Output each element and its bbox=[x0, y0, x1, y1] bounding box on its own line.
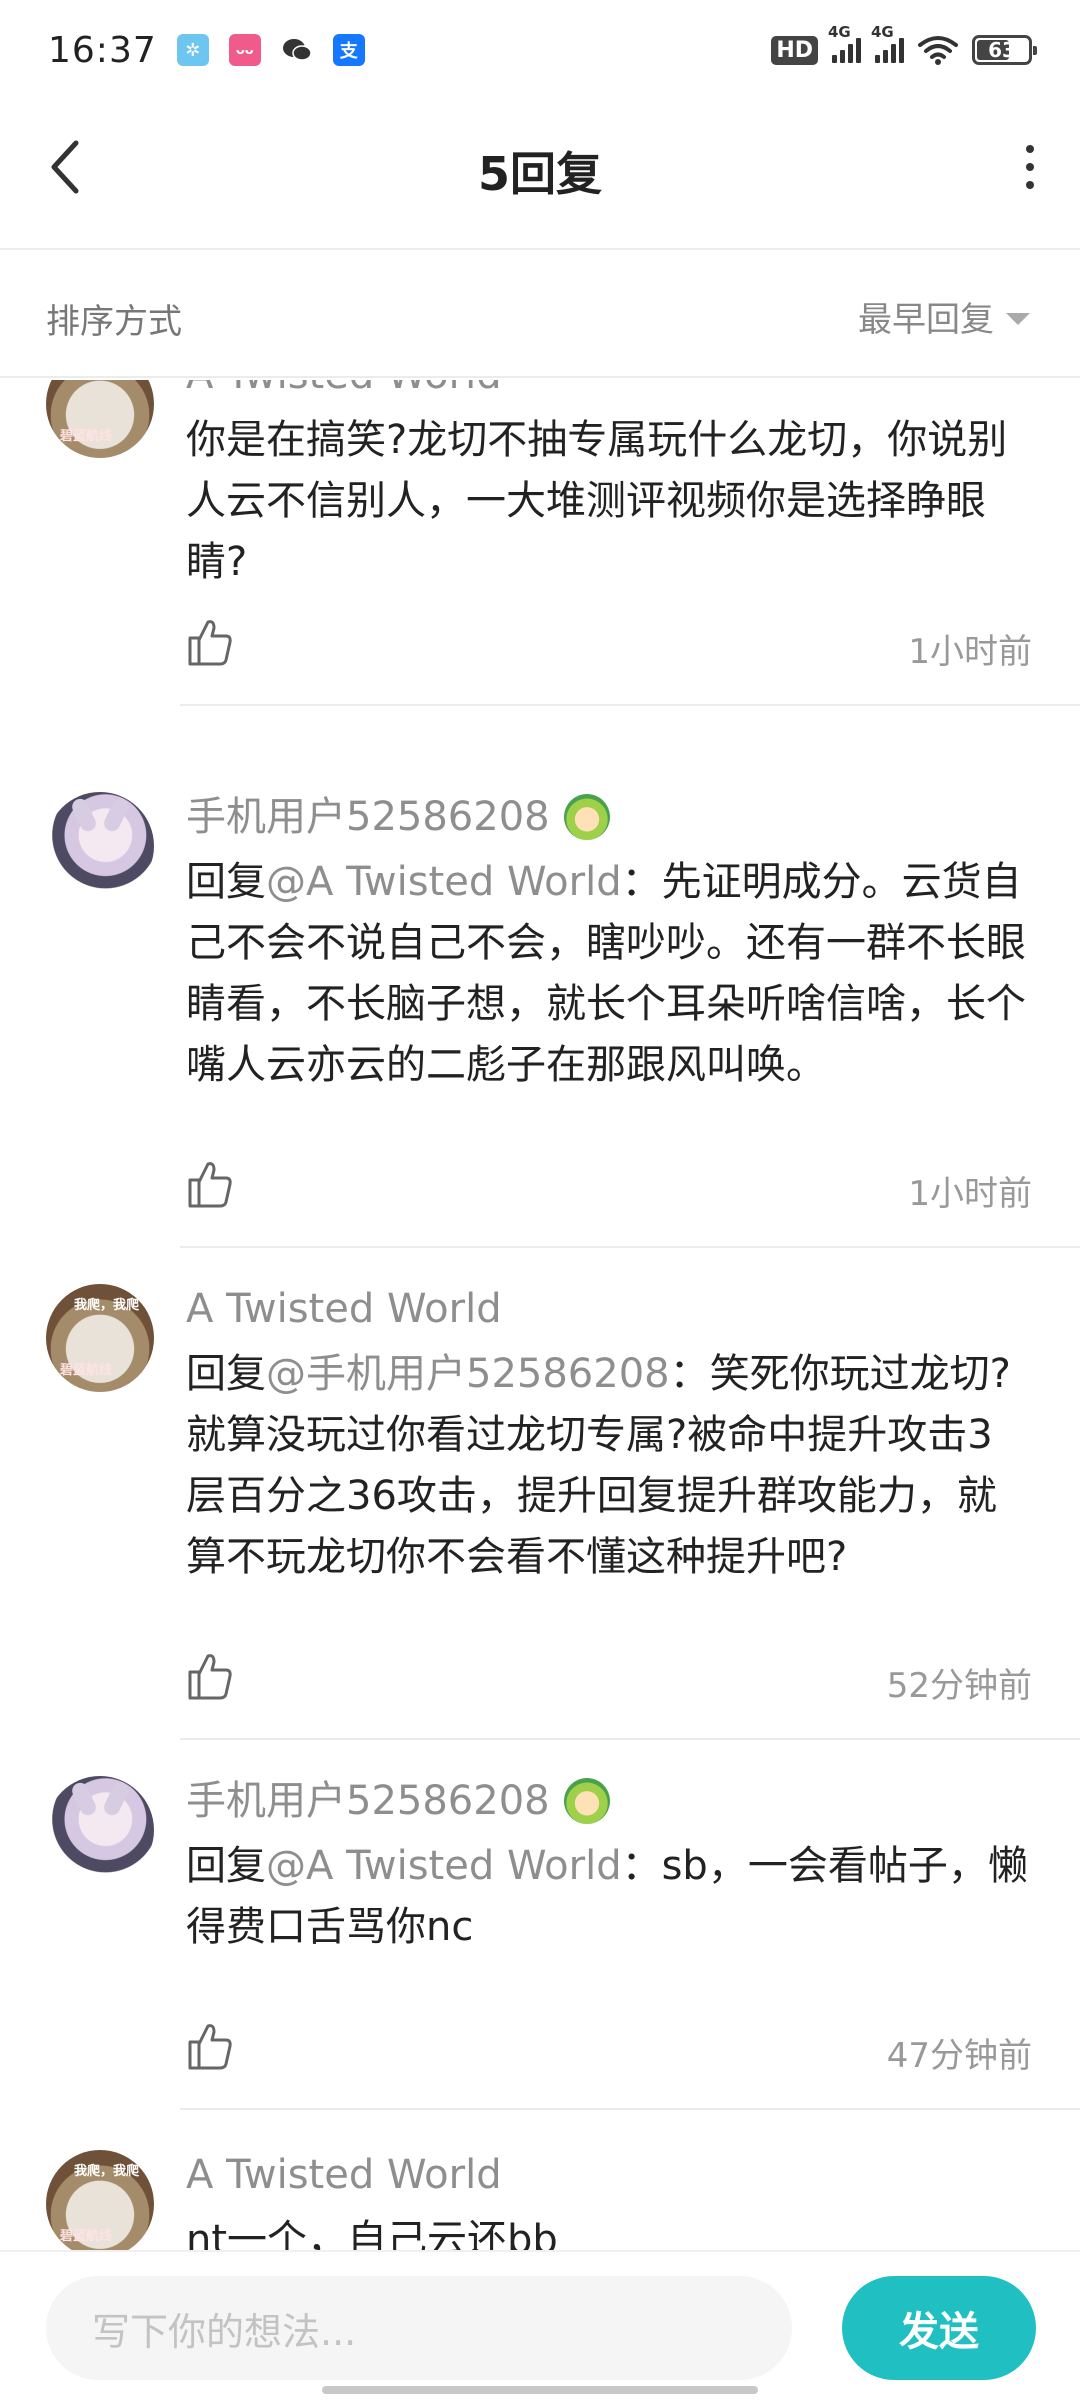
page-title: 5回复 bbox=[477, 147, 602, 201]
reply-prefix: 回复 bbox=[186, 1351, 266, 1397]
reply-time: 1小时前 bbox=[908, 1174, 1032, 1214]
alipay-icon: 支 bbox=[332, 34, 365, 66]
sort-label: 排序方式 bbox=[46, 302, 182, 342]
mention-link[interactable]: @A Twisted World bbox=[266, 859, 622, 905]
status-bar: 16:37 ✲ ᴗᴗ 支 HD 4G 4G 63 bbox=[0, 0, 1080, 100]
reply-text[interactable]: 回复@A Twisted World：先证明成分。云货自己不会不说自己不会，瞎吵… bbox=[186, 852, 1032, 1096]
send-button[interactable]: 发送 bbox=[842, 2276, 1036, 2380]
divider bbox=[180, 1246, 1080, 1248]
reply-prefix: 回复 bbox=[186, 859, 266, 905]
dot bbox=[1026, 181, 1034, 189]
like-icon[interactable] bbox=[186, 616, 234, 668]
hd-voice-icon: HD bbox=[771, 35, 818, 65]
username[interactable]: A Twisted World bbox=[186, 2150, 1032, 2200]
signal-icon-2: 4G bbox=[871, 23, 904, 63]
reply-time: 52分钟前 bbox=[886, 1666, 1032, 1706]
avatar[interactable]: 我爬，我爬 碧蓝航线 bbox=[46, 380, 154, 458]
mention-link[interactable]: @手机用户52586208 bbox=[266, 1351, 670, 1397]
screen: 16:37 ✲ ᴗᴗ 支 HD 4G 4G 63 5回复 排序方式 最早回复 碧… bbox=[0, 0, 1080, 2400]
reply-time: 47分钟前 bbox=[886, 2036, 1032, 2076]
send-button-label: 发送 bbox=[899, 2309, 979, 2355]
divider bbox=[180, 2108, 1080, 2110]
sort-dropdown[interactable]: 最早回复 bbox=[858, 292, 1030, 341]
network-type-label: 4G bbox=[828, 23, 851, 41]
username[interactable]: A Twisted World bbox=[186, 1284, 1032, 1334]
avatar-text: 碧蓝航线 bbox=[60, 1363, 113, 1378]
reply-text[interactable]: nt一个，自己云还bb bbox=[186, 2210, 1032, 2250]
username[interactable]: 手机用户52586208 bbox=[186, 792, 1032, 842]
like-icon[interactable] bbox=[186, 1650, 234, 1702]
avatar[interactable] bbox=[46, 792, 154, 900]
reply-content: A Twisted World 回复@手机用户52586208：笑死你玩过龙切?… bbox=[186, 1284, 1032, 1588]
divider bbox=[180, 704, 1080, 706]
username[interactable]: 手机用户52586208 bbox=[186, 1776, 1032, 1826]
avatar[interactable]: 我爬，我爬 碧蓝航线 bbox=[46, 2150, 154, 2250]
reply-body: 你是在搞笑?龙切不抽专属玩什么龙切，你说别人云不信别人，一大堆测评视频你是选择睁… bbox=[186, 417, 1008, 585]
home-indicator[interactable] bbox=[322, 2386, 758, 2394]
username-text: A Twisted World bbox=[186, 1286, 502, 1332]
reply-text[interactable]: 你是在搞笑?龙切不抽专属玩什么龙切，你说别人云不信别人，一大堆测评视频你是选择睁… bbox=[186, 410, 1032, 593]
reply-content: A Twisted World 你是在搞笑?龙切不抽专属玩什么龙切，你说别人云不… bbox=[186, 380, 1032, 593]
avatar[interactable]: 我爬，我爬 碧蓝航线 bbox=[46, 1284, 154, 1392]
reply-body: nt一个，自己云还bb bbox=[186, 2217, 558, 2250]
reply-actions: 52分钟前 bbox=[186, 1650, 1032, 1710]
like-icon[interactable] bbox=[186, 2020, 234, 2072]
sort-bar: 排序方式 最早回复 bbox=[0, 252, 1080, 378]
network-type-label-2: 4G bbox=[871, 23, 894, 41]
comment-input[interactable]: 写下你的想法... bbox=[46, 2276, 792, 2380]
username-text: A Twisted World bbox=[186, 380, 502, 400]
pinwheel-app-icon: ✲ bbox=[176, 34, 209, 66]
avatar[interactable] bbox=[46, 1776, 154, 1884]
mention-link[interactable]: @A Twisted World bbox=[266, 1843, 622, 1889]
avatar-text: 我爬，我爬 bbox=[74, 2164, 140, 2179]
wifi-icon bbox=[918, 36, 958, 65]
battery-icon: 63 bbox=[972, 35, 1037, 65]
caret-down-icon bbox=[1006, 312, 1030, 325]
sort-selected-value: 最早回复 bbox=[858, 300, 994, 340]
more-options-button[interactable] bbox=[1010, 140, 1050, 194]
divider bbox=[180, 1738, 1080, 1740]
username[interactable]: A Twisted World bbox=[186, 380, 1032, 400]
username-text: 手机用户52586208 bbox=[186, 1778, 550, 1824]
wechat-icon bbox=[281, 34, 313, 66]
bilibili-app-icon: ᴗᴗ bbox=[228, 34, 261, 66]
reply-time: 1小时前 bbox=[908, 632, 1032, 672]
avatar-text: 碧蓝航线 bbox=[60, 429, 113, 444]
avatar-text: 碧蓝航线 bbox=[60, 2229, 113, 2244]
username-text: A Twisted World bbox=[186, 2152, 502, 2198]
level-badge-icon bbox=[563, 1778, 610, 1824]
dot bbox=[1026, 145, 1034, 153]
reply-actions: 1小时前 bbox=[186, 1158, 1032, 1218]
status-time: 16:37 bbox=[48, 29, 157, 71]
reply-list[interactable]: 我爬，我爬 碧蓝航线 A Twisted World 你是在搞笑?龙切不抽专属玩… bbox=[0, 380, 1080, 2250]
dot bbox=[1026, 163, 1034, 171]
composer-bar: 写下你的想法... 发送 bbox=[0, 2250, 1080, 2400]
reply-content: 手机用户52586208 回复@A Twisted World：sb，一会看帖子… bbox=[186, 1776, 1032, 1958]
avatar-text: 我爬，我爬 bbox=[74, 1298, 140, 1313]
status-right: HD 4G 4G 63 bbox=[771, 23, 1037, 65]
status-left: 16:37 ✲ ᴗᴗ 支 bbox=[48, 30, 365, 71]
reply-text[interactable]: 回复@手机用户52586208：笑死你玩过龙切?就算没玩过你看过龙切专属?被命中… bbox=[186, 1344, 1032, 1588]
signal-icon: 4G bbox=[828, 23, 861, 63]
like-icon[interactable] bbox=[186, 1158, 234, 1210]
username-text: 手机用户52586208 bbox=[186, 794, 550, 840]
reply-text[interactable]: 回复@A Twisted World：sb，一会看帖子，懒得费口舌骂你nc bbox=[186, 1836, 1032, 1958]
reply-actions: 1小时前 bbox=[186, 616, 1032, 676]
comment-input-placeholder: 写下你的想法... bbox=[92, 2309, 357, 2354]
reply-actions: 47分钟前 bbox=[186, 2020, 1032, 2080]
reply-content: A Twisted World nt一个，自己云还bb bbox=[186, 2150, 1032, 2250]
level-badge-icon bbox=[563, 794, 610, 840]
battery-level: 63 bbox=[988, 38, 1016, 62]
reply-prefix: 回复 bbox=[186, 1843, 266, 1889]
top-app-bar: 5回复 bbox=[0, 100, 1080, 250]
reply-content: 手机用户52586208 回复@A Twisted World：先证明成分。云货… bbox=[186, 792, 1032, 1096]
